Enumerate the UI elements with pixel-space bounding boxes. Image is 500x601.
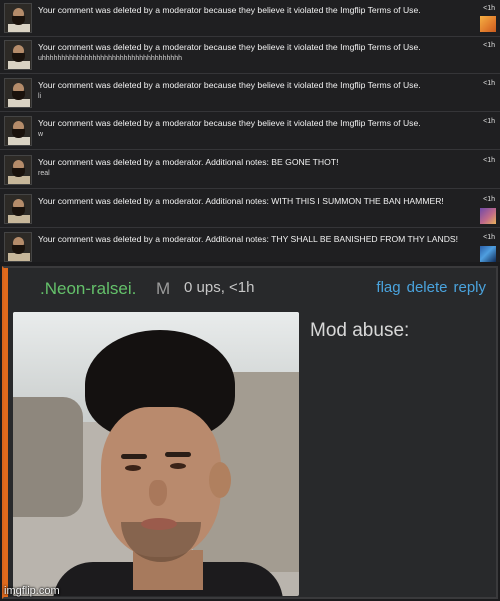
notification-message: Your comment was deleted by a moderator … (38, 5, 421, 15)
delete-button[interactable]: delete (407, 279, 448, 296)
moderator-avatar-icon[interactable] (4, 232, 32, 262)
comment-text: Mod abuse: (310, 320, 410, 341)
moderator-avatar-icon[interactable] (4, 155, 32, 185)
notification-time: <1h (483, 196, 495, 203)
notification-time: <1h (483, 42, 495, 49)
comment-image[interactable] (13, 312, 299, 596)
comment-username[interactable]: .Neon-ralsei. (40, 279, 136, 299)
comment-meta: 0 ups, <1h (184, 279, 255, 296)
notification-item[interactable]: Your comment was deleted by a moderator … (0, 75, 500, 112)
notification-message: Your comment was deleted by a moderator.… (38, 196, 444, 206)
comment-actions: flag delete reply (370, 279, 486, 296)
flag-button[interactable]: flag (376, 279, 400, 296)
imgflip-watermark: imgflip.com (4, 585, 60, 597)
meme-thumbnail[interactable] (480, 208, 496, 224)
moderator-avatar-icon[interactable] (4, 194, 32, 224)
moderator-avatar-icon[interactable] (4, 3, 32, 33)
notification-message: Your comment was deleted by a moderator … (38, 80, 421, 90)
notification-message: Your comment was deleted by a moderator … (38, 118, 421, 128)
moderator-avatar-icon[interactable] (4, 116, 32, 146)
notification-item[interactable]: Your comment was deleted by a moderator … (0, 37, 500, 74)
notification-item[interactable]: Your comment was deleted by a moderator … (0, 113, 500, 150)
comment-gender: M (156, 279, 171, 298)
meme-thumbnail[interactable] (480, 16, 496, 32)
moderator-avatar-icon[interactable] (4, 40, 32, 70)
notification-item[interactable]: Your comment was deleted by a moderator.… (0, 152, 500, 189)
deleted-comment-text: w (38, 131, 44, 138)
notification-item[interactable]: Your comment was deleted by a moderator.… (0, 229, 500, 266)
deleted-comment-text: real (38, 170, 50, 177)
notification-item[interactable]: Your comment was deleted by a moderator.… (0, 191, 500, 228)
meme-thumbnail[interactable] (480, 246, 496, 262)
notification-time: <1h (483, 234, 495, 241)
moderator-avatar-icon[interactable] (4, 78, 32, 108)
notification-message: Your comment was deleted by a moderator.… (38, 234, 459, 244)
notification-time: <1h (483, 5, 495, 12)
notification-item[interactable]: Your comment was deleted by a moderator … (0, 0, 500, 37)
reply-button[interactable]: reply (453, 279, 486, 296)
deleted-comment-text: uhhhhhhhhhhhhhhhhhhhhhhhhhhhhhhhhhhhh (38, 55, 183, 62)
notification-time: <1h (483, 157, 495, 164)
notification-message: Your comment was deleted by a moderator … (38, 42, 421, 52)
comment-card: .Neon-ralsei. M 0 ups, <1h flag delete rep… (2, 266, 498, 599)
notification-list: Your comment was deleted by a moderator … (0, 0, 500, 262)
notification-time: <1h (483, 80, 495, 87)
deleted-comment-text: li (38, 93, 42, 100)
notification-time: <1h (483, 118, 495, 125)
notification-message: Your comment was deleted by a moderator.… (38, 157, 339, 167)
comment-accent-stripe (4, 268, 8, 597)
